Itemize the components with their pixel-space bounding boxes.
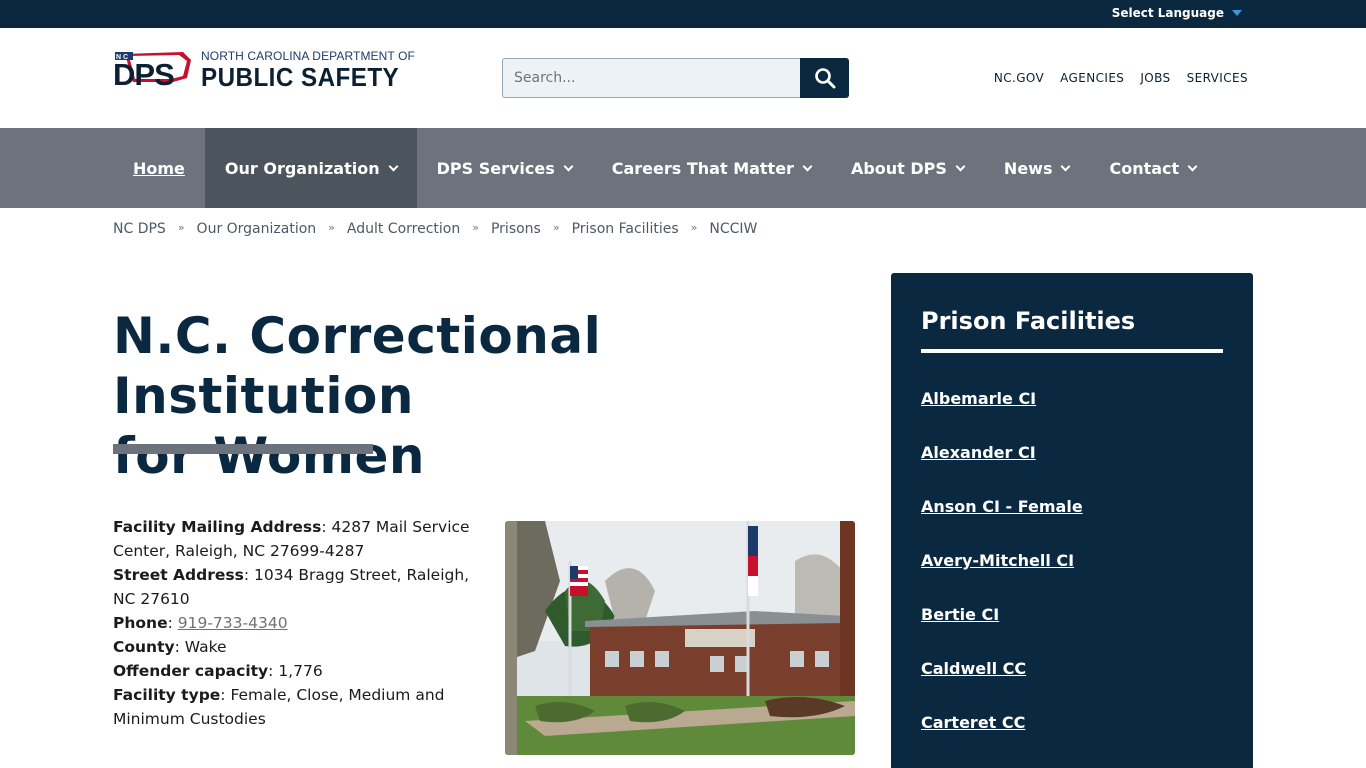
sidebar-link-anson[interactable]: Anson CI - Female (921, 497, 1083, 516)
nav-label: News (1003, 158, 1053, 178)
dps-logo[interactable]: N C DPS NORTH CAROLINA DEPARTMENT OF PUB… (113, 48, 415, 92)
list-item: Albemarle CI (921, 389, 1083, 443)
capacity-value: 1,776 (273, 662, 323, 680)
breadcrumb: NC DPS » Our Organization » Adult Correc… (113, 220, 758, 238)
breadcrumb-current: NCCIW (709, 221, 758, 237)
sidebar-title: Prison Facilities (921, 307, 1136, 335)
utility-links: NC.GOV AGENCIES JOBS SERVICES (994, 71, 1248, 85)
sidebar-link-avery-mitchell[interactable]: Avery-Mitchell CI (921, 551, 1074, 570)
sidebar-link-alexander[interactable]: Alexander CI (921, 443, 1036, 462)
phone-link[interactable]: 919-733-4340 (178, 614, 288, 632)
street-address-label: Street Address (113, 566, 244, 584)
breadcrumb-separator: » (690, 220, 698, 234)
main-nav: Home Our Organization DPS Services Caree… (0, 128, 1366, 208)
facility-info: Facility Mailing Address: 4287 Mail Serv… (113, 518, 470, 728)
top-bar: Select Language (0, 0, 1366, 28)
search-icon (814, 68, 835, 89)
language-selector[interactable]: Select Language (1112, 6, 1242, 20)
logo-dps-text: DPS (113, 57, 174, 88)
list-item: Avery-Mitchell CI (921, 551, 1083, 605)
facility-type-label: Facility type (113, 686, 221, 704)
list-item: Carteret CC (921, 713, 1083, 767)
facility-photo (505, 521, 855, 755)
page-title-line1: N.C. Correctional Institution (113, 307, 602, 425)
nav-item-contact[interactable]: Contact (1089, 128, 1216, 208)
sidebar-link-bertie[interactable]: Bertie CI (921, 605, 999, 624)
phone-label: Phone (113, 614, 168, 632)
breadcrumb-link-adult-correction[interactable]: Adult Correction (347, 221, 460, 237)
util-link-services[interactable]: SERVICES (1187, 71, 1248, 85)
caret-down-icon (1232, 10, 1242, 16)
chevron-down-icon (388, 161, 399, 171)
dps-logo-mark: N C DPS (113, 52, 191, 88)
breadcrumb-separator: » (328, 220, 335, 234)
chevron-down-icon (563, 161, 574, 171)
nav-item-careers[interactable]: Careers That Matter (592, 128, 831, 208)
breadcrumb-link-nc-dps[interactable]: NC DPS (113, 221, 166, 237)
util-link-agencies[interactable]: AGENCIES (1060, 71, 1124, 85)
mailing-address-label: Facility Mailing Address (113, 518, 322, 536)
sidebar-link-albemarle[interactable]: Albemarle CI (921, 389, 1036, 408)
title-divider (113, 444, 373, 454)
site-header: N C DPS NORTH CAROLINA DEPARTMENT OF PUB… (0, 28, 1366, 128)
chevron-down-icon (802, 161, 813, 171)
sidebar-link-carteret[interactable]: Carteret CC (921, 713, 1025, 732)
sidebar-link-caldwell[interactable]: Caldwell CC (921, 659, 1026, 678)
util-link-ncgov[interactable]: NC.GOV (994, 71, 1044, 85)
chevron-down-icon (1187, 161, 1198, 171)
sidebar-divider (921, 349, 1223, 353)
search-input[interactable] (502, 58, 800, 98)
page-title: N.C. Correctional Institution for Women (113, 306, 853, 486)
logo-line2: PUBLIC SAFETY (201, 62, 400, 92)
breadcrumb-separator: » (177, 220, 185, 234)
breadcrumb-separator: » (472, 220, 479, 234)
util-link-jobs[interactable]: JOBS (1140, 71, 1170, 85)
capacity-label: Offender capacity (113, 662, 269, 680)
search-form (502, 58, 849, 98)
page-title-line2: for Women (113, 427, 425, 485)
list-item: Caldwell CC (921, 659, 1083, 713)
language-label: Select Language (1111, 6, 1224, 20)
nav-label: Home (133, 158, 185, 178)
nav-item-our-organization[interactable]: Our Organization (204, 128, 417, 208)
logo-line1: NORTH CAROLINA DEPARTMENT OF (201, 49, 415, 63)
nav-label: About DPS (850, 158, 947, 178)
nav-item-news[interactable]: News (984, 128, 1090, 208)
prison-facilities-sidebar: Prison Facilities Albemarle CI Alexander… (891, 273, 1253, 768)
list-item: Anson CI - Female (921, 497, 1083, 551)
breadcrumb-link-prisons[interactable]: Prisons (491, 221, 541, 237)
breadcrumb-link-our-organization[interactable]: Our Organization (197, 221, 317, 237)
nav-item-about-dps[interactable]: About DPS (831, 128, 984, 208)
nav-label: DPS Services (436, 158, 555, 178)
list-item: Alexander CI (921, 443, 1083, 497)
search-button[interactable] (800, 58, 849, 98)
list-item: Bertie CI (921, 605, 1083, 659)
breadcrumb-link-prison-facilities[interactable]: Prison Facilities (572, 221, 679, 237)
nav-item-home[interactable]: Home (113, 128, 205, 208)
chevron-down-icon (955, 161, 966, 171)
county-value: Wake (179, 638, 227, 656)
county-label: County (113, 638, 175, 656)
nav-label: Our Organization (224, 158, 380, 178)
sidebar-list: Albemarle CI Alexander CI Anson CI - Fem… (921, 389, 1083, 767)
nav-item-dps-services[interactable]: DPS Services (417, 128, 592, 208)
breadcrumb-separator: » (552, 220, 560, 234)
nav-label: Contact (1109, 158, 1180, 178)
chevron-down-icon (1061, 161, 1071, 171)
nav-label: Careers That Matter (611, 158, 794, 178)
